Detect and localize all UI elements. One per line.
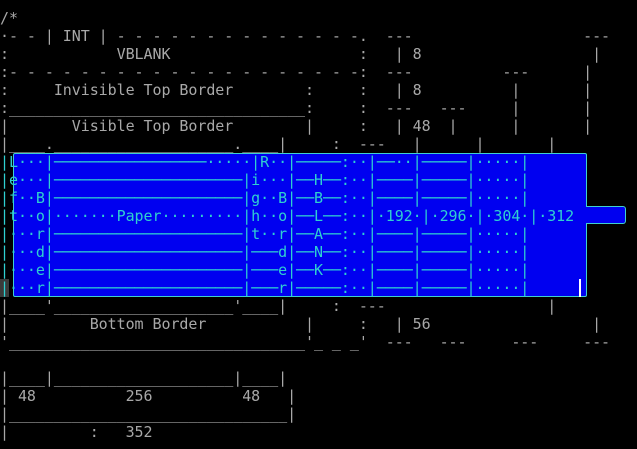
code-line[interactable]: | 48 256 48 |: [0, 387, 296, 405]
text-cursor: [579, 279, 581, 297]
code-line-selected[interactable]: |···r|─────────────────────|t··r|──A──:·…: [0, 225, 529, 243]
code-line-selected[interactable]: |···r|─────────────────────|───r|─────:·…: [0, 279, 529, 297]
code-line[interactable]: ·- - | INT | - - - - - - - - - - - - - -…: [0, 27, 610, 45]
code-line[interactable]: |____|____________________|____|: [0, 369, 287, 387]
code-line-selected[interactable]: |L···|─────────────────·····|R··|─────:·…: [0, 153, 529, 171]
code-line[interactable]: /*: [0, 9, 18, 27]
code-line[interactable]: |_______________________________|: [0, 405, 296, 423]
code-line[interactable]: :- - - - - - - - - - - - - - - - - - - -…: [0, 63, 592, 81]
code-line[interactable]: | Visible Top Border | : | 48 | | |: [0, 117, 592, 135]
code-line[interactable]: |____'____________________'____| : --- |: [0, 297, 556, 315]
code-line[interactable]: '_________________________________'_ _ _…: [0, 333, 610, 351]
code-editor[interactable]: /* ·- - | INT | - - - - - - - - - - - - …: [0, 0, 637, 449]
code-line[interactable]: |____.____________________.____| : --- |…: [0, 135, 556, 153]
code-line[interactable]: : VBLANK : | 8 |: [0, 45, 601, 63]
code-line-selected[interactable]: |e···|─────────────────────|i···|──H──:·…: [0, 171, 529, 189]
code-line-selected[interactable]: |···e|─────────────────────|───e|──K──:·…: [0, 261, 529, 279]
code-line-selected[interactable]: |f··B|─────────────────────|g··B|──B──:·…: [0, 189, 529, 207]
code-line-selected[interactable]: |···d|─────────────────────|───d|──N──:·…: [0, 243, 529, 261]
code-line-selected[interactable]: |t··o|·······Paper·········|h··o|──L──:·…: [0, 207, 574, 225]
text-selection-overflow: [586, 206, 626, 224]
code-line[interactable]: : Invisible Top Border : : | 8 | |: [0, 81, 592, 99]
code-line[interactable]: | Bottom Border | : | 56 |: [0, 315, 601, 333]
code-line[interactable]: | : 352: [0, 423, 153, 441]
code-line[interactable]: :_________________________________: : --…: [0, 99, 592, 117]
